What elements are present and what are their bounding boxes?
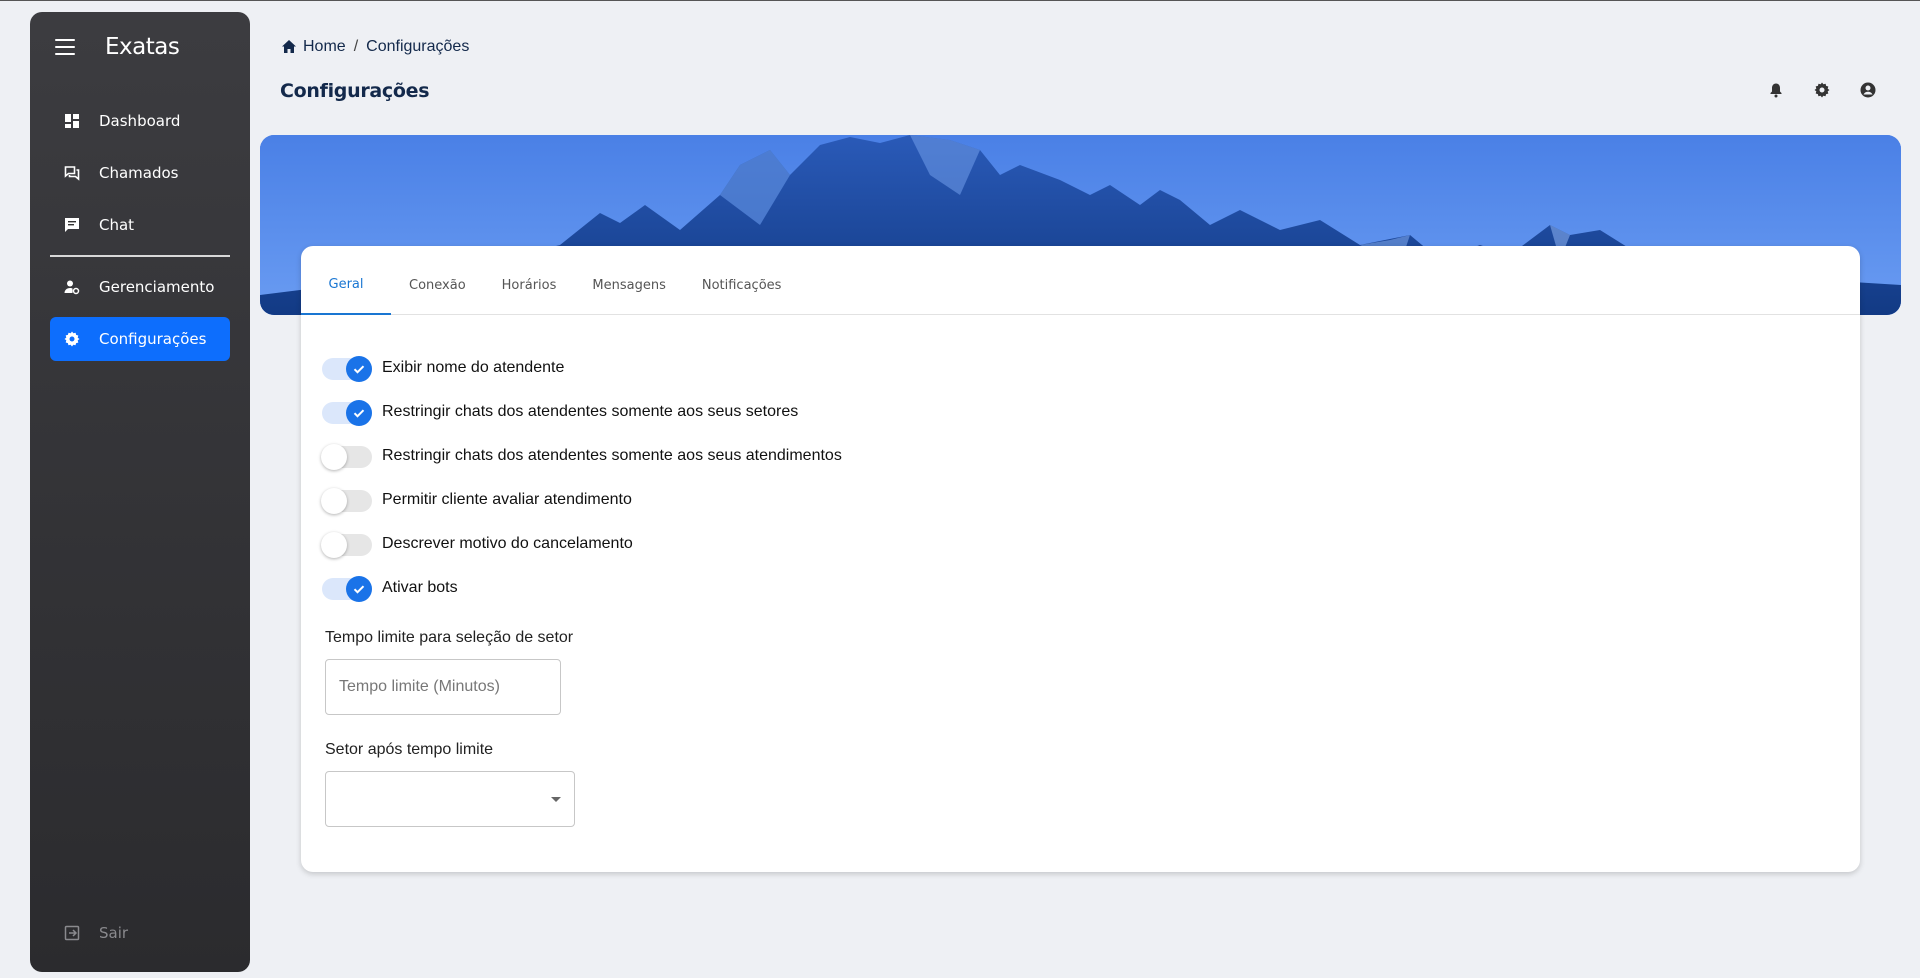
tabs: Geral Conexão Horários Mensagens Notific… bbox=[301, 246, 1860, 315]
sidebar-nav: Dashboard Chamados Chat Gerenciamento Co… bbox=[50, 99, 230, 369]
check-icon bbox=[353, 409, 365, 418]
timeout-input[interactable] bbox=[325, 659, 561, 715]
setting-row: Restringir chats dos atendentes somente … bbox=[321, 390, 842, 434]
setting-label: Restringir chats dos atendentes somente … bbox=[382, 447, 842, 464]
chevron-down-icon bbox=[551, 797, 561, 802]
timeout-label: Tempo limite para seleção de setor bbox=[325, 629, 574, 646]
gear-icon bbox=[64, 331, 80, 347]
tab-horarios[interactable]: Horários bbox=[484, 246, 575, 315]
sidebar-item-label: Chat bbox=[99, 216, 135, 234]
setting-label: Permitir cliente avaliar atendimento bbox=[382, 491, 632, 508]
menu-icon[interactable] bbox=[55, 39, 75, 55]
setting-row: Restringir chats dos atendentes somente … bbox=[321, 434, 842, 478]
setting-label: Descrever motivo do cancelamento bbox=[382, 535, 633, 552]
sidebar-item-label: Chamados bbox=[99, 164, 179, 182]
breadcrumb-current[interactable]: Configurações bbox=[366, 38, 469, 56]
sidebar-item-label: Gerenciamento bbox=[99, 278, 215, 296]
setting-label: Restringir chats dos atendentes somente … bbox=[382, 403, 799, 420]
manage-accounts-icon bbox=[64, 279, 80, 295]
sidebar-item-label: Dashboard bbox=[99, 112, 181, 130]
check-icon bbox=[353, 365, 365, 374]
home-icon bbox=[281, 39, 297, 55]
logout-button[interactable]: Sair bbox=[64, 924, 128, 942]
account-circle-icon[interactable] bbox=[1860, 82, 1876, 98]
sidebar: Exatas Dashboard Chamados Chat Gerenciam… bbox=[30, 12, 250, 972]
gear-icon[interactable] bbox=[1814, 82, 1830, 98]
sidebar-item-gerenciamento[interactable]: Gerenciamento bbox=[50, 265, 230, 309]
forum-icon bbox=[64, 165, 80, 181]
sidebar-item-configuracoes[interactable]: Configurações bbox=[50, 317, 230, 361]
setting-row: Permitir cliente avaliar atendimento bbox=[321, 478, 842, 522]
app-title: Exatas bbox=[105, 34, 180, 60]
sidebar-item-label: Configurações bbox=[99, 330, 207, 348]
toggle-ativar-bots[interactable] bbox=[321, 574, 373, 602]
settings-card: Geral Conexão Horários Mensagens Notific… bbox=[301, 246, 1860, 872]
chat-icon bbox=[64, 217, 80, 233]
setting-row: Exibir nome do atendente bbox=[321, 346, 842, 390]
tab-mensagens[interactable]: Mensagens bbox=[574, 246, 683, 315]
setting-row: Ativar bots bbox=[321, 566, 842, 610]
toggle-exibir-nome[interactable] bbox=[321, 354, 373, 382]
check-icon bbox=[353, 585, 365, 594]
breadcrumb-home-link[interactable]: Home bbox=[303, 38, 346, 56]
logout-icon bbox=[64, 925, 80, 941]
header-actions bbox=[1768, 82, 1876, 98]
settings-toggle-list: Exibir nome do atendente Restringir chat… bbox=[321, 346, 842, 610]
tab-geral[interactable]: Geral bbox=[301, 246, 391, 315]
breadcrumb: Home / Configurações bbox=[281, 38, 469, 56]
sidebar-item-chamados[interactable]: Chamados bbox=[50, 151, 230, 195]
bell-icon[interactable] bbox=[1768, 82, 1784, 98]
page-title: Configurações bbox=[280, 80, 430, 102]
tab-notificacoes[interactable]: Notificações bbox=[684, 246, 800, 315]
sidebar-item-dashboard[interactable]: Dashboard bbox=[50, 99, 230, 143]
breadcrumb-separator: / bbox=[353, 38, 359, 55]
toggle-descrever-motivo[interactable] bbox=[321, 530, 373, 558]
sidebar-divider bbox=[50, 255, 230, 257]
sidebar-item-chat[interactable]: Chat bbox=[50, 203, 230, 247]
toggle-restringir-setores[interactable] bbox=[321, 398, 373, 426]
sector-after-label: Setor após tempo limite bbox=[325, 741, 494, 758]
toggle-permitir-avaliar[interactable] bbox=[321, 486, 373, 514]
dashboard-icon bbox=[64, 113, 80, 129]
sector-after-select[interactable] bbox=[325, 771, 575, 827]
logout-label: Sair bbox=[99, 924, 129, 942]
toggle-restringir-atendimentos[interactable] bbox=[321, 442, 373, 470]
tab-conexao[interactable]: Conexão bbox=[391, 246, 484, 315]
brand: Exatas bbox=[55, 32, 180, 62]
setting-row: Descrever motivo do cancelamento bbox=[321, 522, 842, 566]
setting-label: Exibir nome do atendente bbox=[382, 359, 565, 376]
setting-label: Ativar bots bbox=[382, 579, 458, 596]
